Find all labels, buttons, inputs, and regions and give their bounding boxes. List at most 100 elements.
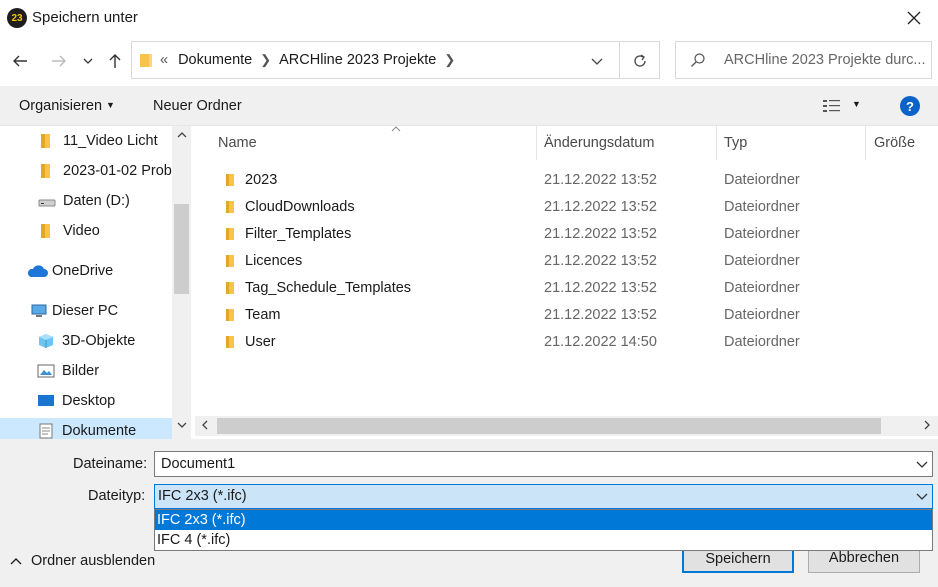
file-date: 21.12.2022 13:52 [544,199,657,215]
scroll-down-icon[interactable] [172,420,191,431]
chevron-right-icon[interactable]: ❯ [260,52,271,68]
chevron-down-icon [591,58,603,65]
filetype-select[interactable]: IFC 2x3 (*.ifc) [154,484,933,509]
column-header-label: Name [218,135,257,151]
table-row[interactable]: CloudDownloads 21.12.2022 13:52 Dateiord… [195,194,938,221]
title-bar: 23 Speichern unter [0,0,938,36]
column-divider[interactable] [536,126,537,160]
table-row[interactable]: Filter_Templates 21.12.2022 13:52 Dateio… [195,221,938,248]
column-header-size[interactable]: Größe [874,126,938,160]
pc-icon [31,304,47,317]
address-dropdown[interactable] [591,51,611,71]
column-header-name[interactable]: Name [218,126,536,160]
scroll-up-icon[interactable] [172,130,191,141]
filename-input[interactable]: Document1 [161,456,235,472]
help-icon: ? [906,98,914,114]
file-type: Dateiordner [724,307,800,323]
address-bar[interactable]: « Dokumente ❯ ARCHline 2023 Projekte ❯ [131,41,660,79]
folder-icon [41,134,50,148]
file-type: Dateiordner [724,172,800,188]
sidebar-item-daten-d[interactable]: Daten (D:) [0,188,172,214]
file-list-horizontal-scrollbar[interactable] [195,416,938,436]
caret-down-icon: ▼ [106,100,115,110]
sidebar-item-3d-objekte[interactable]: 3D-Objekte [0,328,172,354]
table-row[interactable]: User 21.12.2022 14:50 Dateiordner [195,329,938,356]
sidebar-item-desktop[interactable]: Desktop [0,388,172,414]
view-caret-down-icon[interactable]: ▼ [852,99,861,109]
refresh-button[interactable] [629,50,651,72]
forward-button[interactable] [48,50,70,72]
column-divider[interactable] [865,126,866,160]
divider [619,42,620,78]
chevron-down-icon [177,422,186,428]
onedrive-icon [27,265,48,277]
up-button[interactable] [104,50,126,72]
sidebar-item-label: Daten (D:) [63,193,130,209]
breadcrumb-overflow[interactable]: « [160,52,168,68]
filetype-option[interactable]: IFC 2x3 (*.ifc) [155,510,932,530]
pictures-icon [37,364,55,378]
desktop-icon [38,395,54,406]
column-divider[interactable] [716,126,717,160]
sidebar-item-label: Desktop [62,393,116,409]
sidebar-item-11-video-licht[interactable]: 11_Video Licht [0,128,172,154]
sidebar-item-label: 2023-01-02 Prob [63,163,172,179]
filetype-option[interactable]: IFC 4 (*.ifc) [155,530,932,550]
folder-icon [226,336,234,348]
table-row[interactable]: Team 21.12.2022 13:52 Dateiordner [195,302,938,329]
hide-folders-button[interactable]: Ordner ausblenden [10,553,155,569]
folder-icon [226,228,234,240]
sidebar-item-video[interactable]: Video [0,218,172,244]
sidebar-item-label: OneDrive [52,263,114,279]
scrollbar-thumb[interactable] [174,204,189,294]
chevron-right-icon[interactable]: ❯ [444,52,455,68]
file-date: 21.12.2022 14:50 [544,334,657,350]
sidebar-item-dokumente[interactable]: Dokumente [0,418,172,439]
new-folder-button[interactable]: Neuer Ordner [153,98,242,114]
window-title: Speichern unter [32,9,138,26]
view-options-icon[interactable] [822,98,842,114]
table-row[interactable]: Tag_Schedule_Templates 21.12.2022 13:52 … [195,275,938,302]
arrow-right-icon [52,55,66,67]
help-button[interactable]: ? [900,96,920,116]
hide-folders-label: Ordner ausblenden [31,553,156,569]
back-button[interactable] [9,50,31,72]
sidebar-item-dieser-pc[interactable]: Dieser PC [0,298,172,324]
table-row[interactable]: Licences 21.12.2022 13:52 Dateiordner [195,248,938,275]
filetype-dropdown[interactable] [916,488,928,504]
file-name: Team [245,307,281,323]
sidebar-item-label: 3D-Objekte [62,333,136,349]
sidebar-item-onedrive[interactable]: OneDrive [0,258,172,284]
table-row[interactable]: 2023 21.12.2022 13:52 Dateiordner [195,167,938,194]
refresh-icon [634,54,646,67]
folder-icon [226,201,234,213]
filetype-label: Dateityp: [88,488,146,504]
close-button[interactable] [902,6,926,30]
scroll-right-icon[interactable] [919,420,935,433]
column-header-date[interactable]: Änderungsdatum [544,126,716,160]
folder-icon [226,255,234,267]
organize-button[interactable]: Organisieren ▼ [19,98,115,114]
file-type: Dateiordner [724,253,800,269]
arrow-left-icon [13,55,27,67]
filename-field[interactable]: Document1 [154,451,933,477]
search-input[interactable]: ARCHline 2023 Projekte durc... [724,52,929,68]
file-type: Dateiordner [724,280,800,296]
scrollbar-thumb[interactable] [217,418,881,434]
breadcrumb: « Dokumente ❯ ARCHline 2023 Projekte ❯ [160,52,463,68]
sidebar-item-label: Dokumente [62,423,137,439]
filetype-dropdown-list: IFC 2x3 (*.ifc) IFC 4 (*.ifc) [154,509,933,551]
recent-locations-button[interactable] [80,50,96,72]
file-type: Dateiordner [724,334,800,350]
search-box[interactable]: ARCHline 2023 Projekte durc... [675,41,932,79]
sidebar-item-2023-01-02[interactable]: 2023-01-02 Prob [0,158,172,184]
sidebar-scrollbar[interactable] [172,126,191,439]
filetype-selected-value: IFC 2x3 (*.ifc) [158,488,247,504]
column-header-type[interactable]: Typ [724,126,864,160]
breadcrumb-item[interactable]: Dokumente [178,52,252,68]
filename-dropdown[interactable] [916,456,928,472]
sidebar-item-bilder[interactable]: Bilder [0,358,172,384]
folder-icon [41,164,50,178]
scroll-left-icon[interactable] [197,420,213,433]
breadcrumb-item[interactable]: ARCHline 2023 Projekte [279,52,436,68]
